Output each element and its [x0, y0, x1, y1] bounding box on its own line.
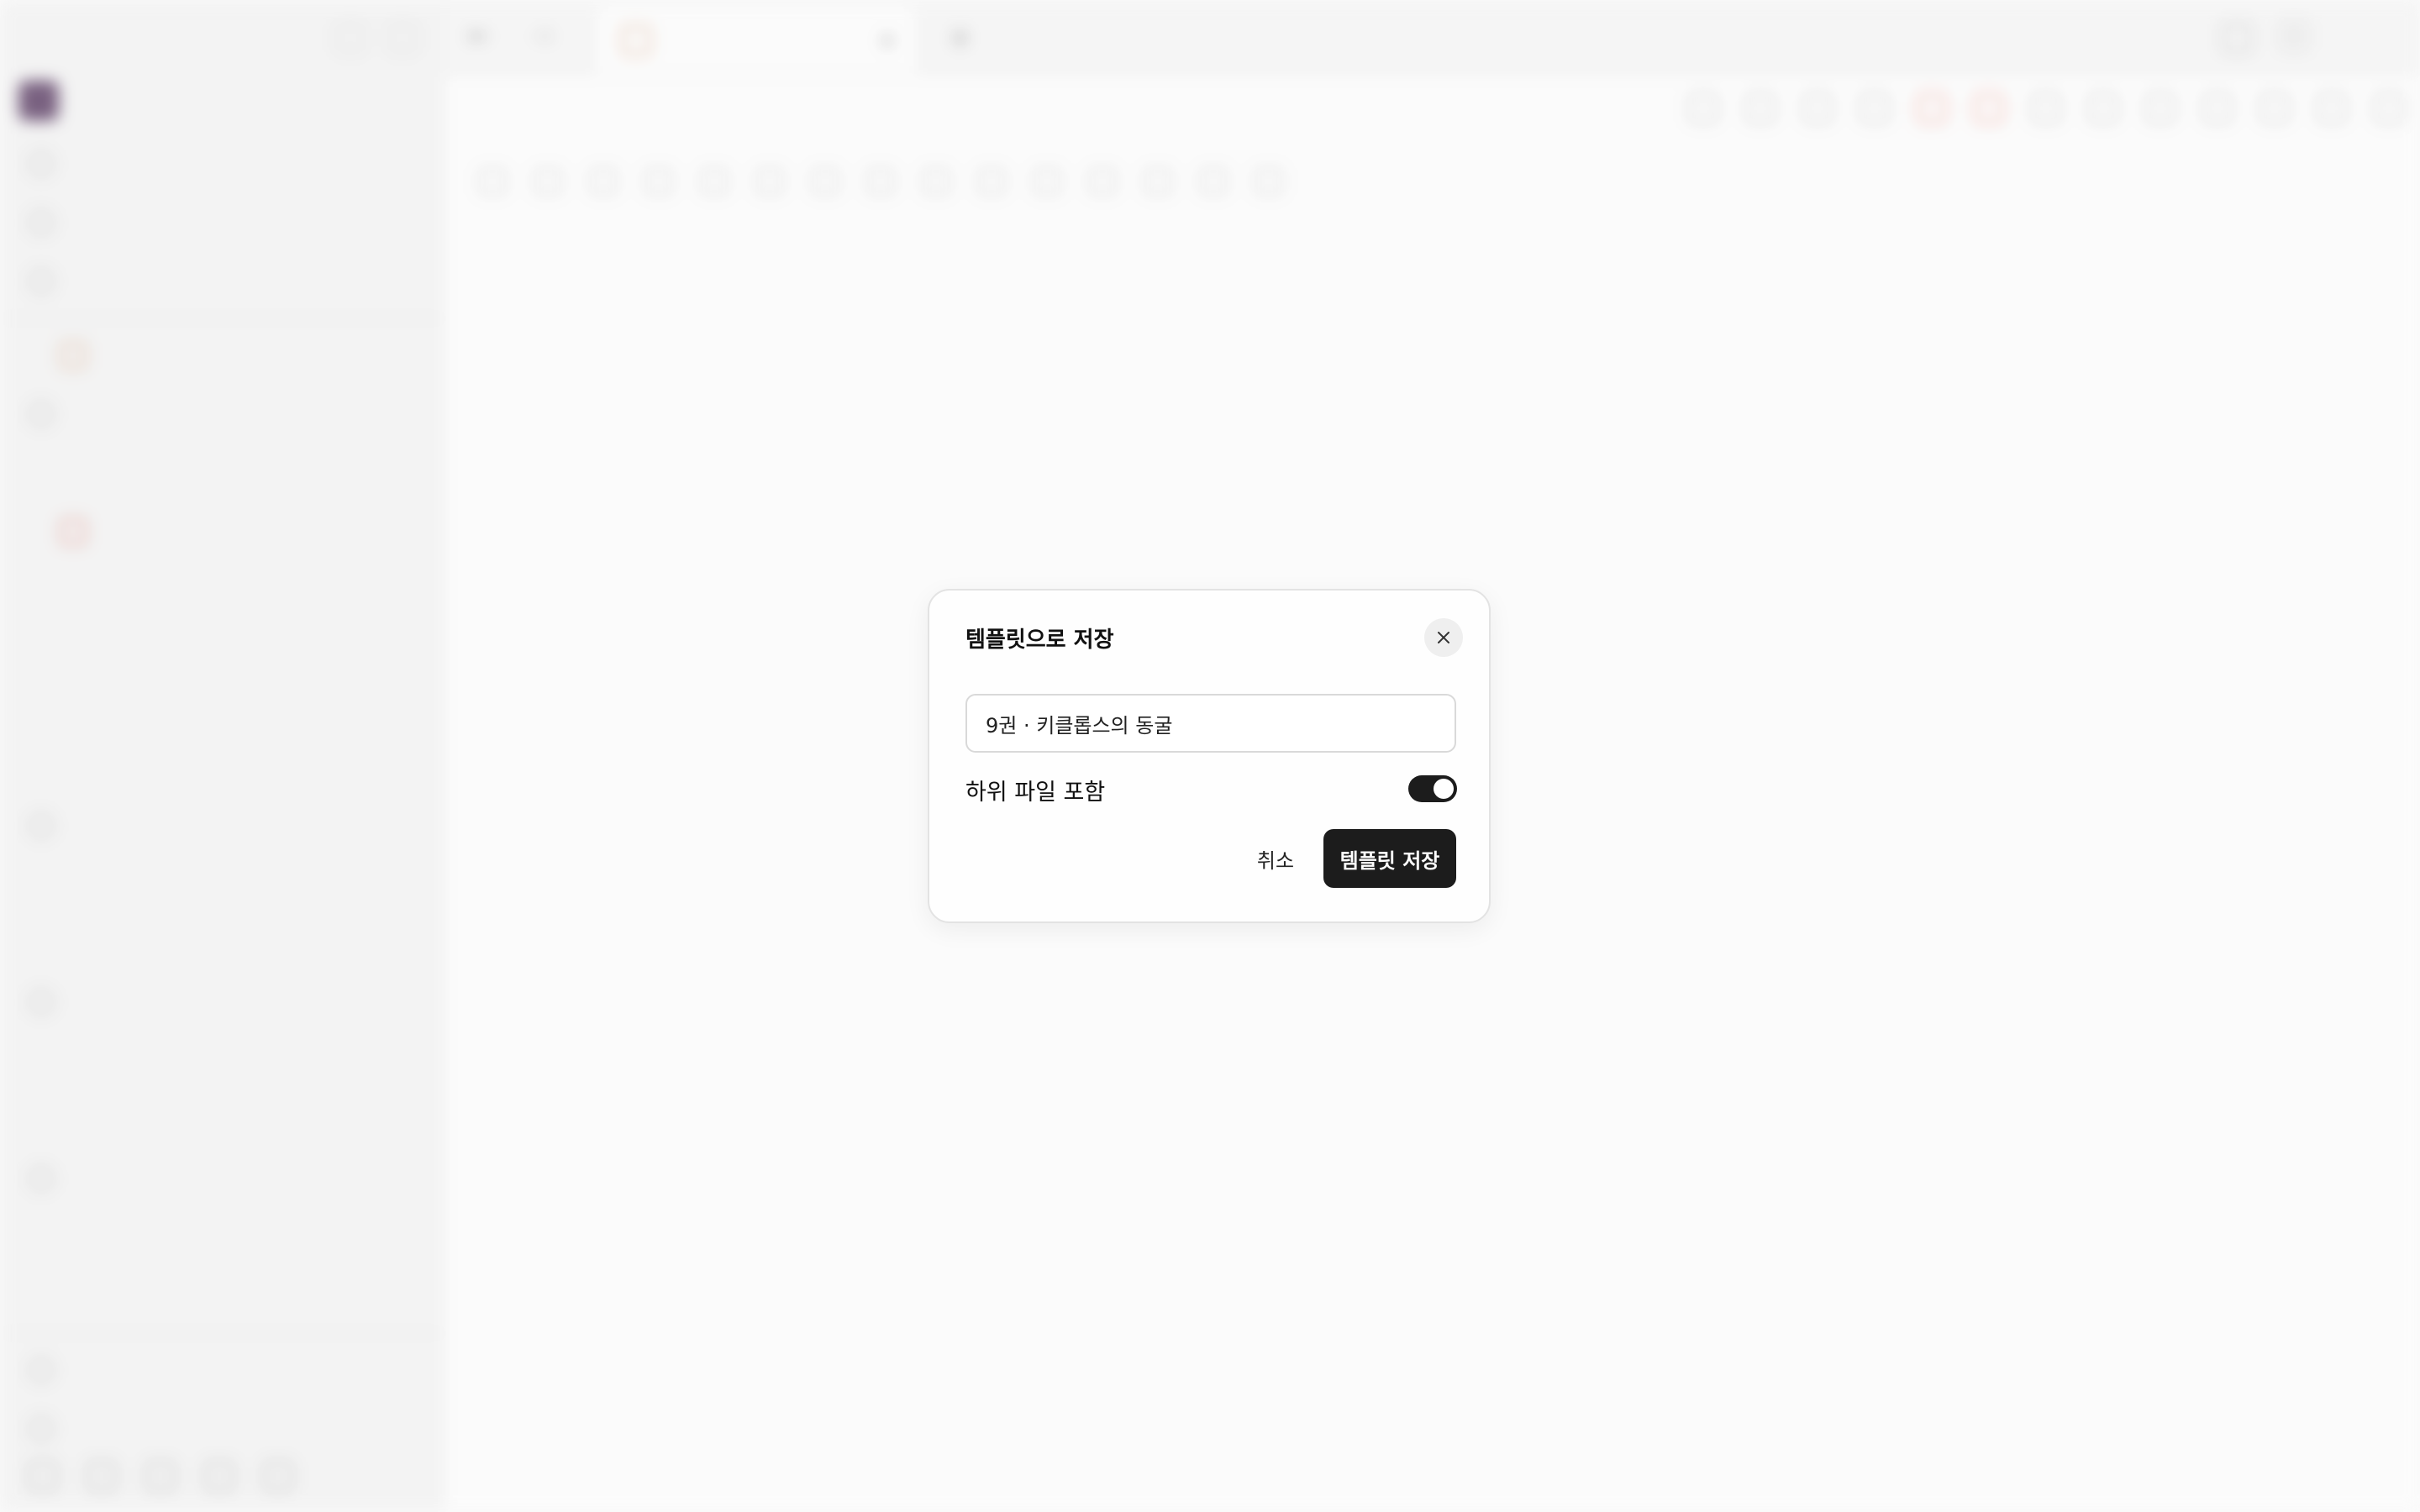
sidebar-item	[0, 252, 445, 311]
save-template-button[interactable]: 템플릿 저장	[1323, 829, 1456, 888]
brush-icon	[264, 1462, 292, 1490]
folder-icon	[29, 990, 54, 1015]
action-icon	[1975, 94, 2003, 123]
sidebar-item	[0, 395, 496, 502]
action-icon	[2260, 94, 2289, 123]
format-toolbar	[445, 151, 2420, 212]
pen-icon	[60, 519, 86, 544]
undo-icon	[479, 168, 506, 195]
save-as-template-dialog: 템플릿으로 저장 하위 파일 포함 취소 템플릿 저장	[928, 589, 1491, 923]
new-tab-icon: +	[950, 24, 971, 53]
back-icon: ←	[469, 22, 489, 50]
align-icon	[701, 168, 728, 195]
sidebar-item	[0, 395, 496, 1267]
sidebar-top-icons	[336, 24, 417, 52]
sidebar-item	[0, 134, 445, 193]
italic-icon	[867, 168, 894, 195]
action-icon	[1689, 94, 1718, 123]
include-subfiles-label: 하위 파일 포함	[965, 780, 1106, 806]
home-icon	[29, 151, 54, 176]
close-tab-icon: ×	[878, 29, 896, 52]
action-icon	[1918, 94, 1946, 123]
sidebar-item	[0, 796, 445, 855]
folder-icon	[29, 269, 54, 294]
sidebar-nav	[0, 134, 496, 1458]
sidebar-item	[0, 395, 496, 738]
image-icon	[1144, 168, 1171, 195]
sidebar-item	[0, 1149, 445, 1208]
underline-icon	[978, 168, 1005, 195]
sidebar-item	[0, 395, 496, 1326]
close-button[interactable]	[1424, 618, 1463, 657]
user-icon	[29, 1462, 57, 1490]
action-icon	[1860, 94, 1889, 123]
sidebar-item	[0, 973, 445, 1032]
document-actions	[1689, 94, 2403, 123]
table-icon	[1200, 168, 1227, 195]
pen-icon	[622, 26, 650, 55]
sidebar	[0, 0, 496, 1512]
workspace-avatar	[18, 81, 59, 121]
dialog-title: 템플릿으로 저장	[965, 627, 1114, 653]
highlight-icon	[1034, 168, 1060, 195]
sidebar-item	[0, 1341, 445, 1399]
people-icon	[87, 1462, 116, 1490]
action-icon	[2317, 94, 2346, 123]
toggle-knob	[1434, 779, 1454, 799]
action-icon	[2203, 94, 2232, 123]
sidebar-item	[0, 385, 445, 444]
sidebar-item	[0, 502, 445, 561]
heading-icon	[756, 168, 783, 195]
pen-icon	[60, 343, 86, 368]
tab-active-document: ×	[597, 7, 916, 74]
divider	[0, 318, 445, 319]
sidebar-item	[0, 395, 496, 796]
bold-icon	[812, 168, 839, 195]
folder-icon	[29, 402, 54, 427]
sidebar-item	[0, 395, 496, 679]
trash-icon	[29, 1357, 54, 1383]
folder-icon	[29, 1166, 54, 1191]
font-size-icon	[590, 168, 617, 195]
sidebar-toggle-icon	[388, 24, 417, 52]
include-subfiles-toggle[interactable]	[1408, 775, 1457, 802]
action-icon	[2032, 94, 2060, 123]
forward-icon: →	[533, 22, 553, 50]
list-icon	[645, 168, 672, 195]
sidebar-item	[0, 395, 496, 620]
comment-icon	[1255, 168, 1282, 195]
action-icon	[1746, 94, 1775, 123]
tab-bar: ← → × +	[445, 0, 2420, 76]
sidebar-item	[0, 395, 496, 914]
sidebar-item	[0, 395, 496, 1149]
account-button	[2277, 18, 2311, 54]
workspace-switcher	[18, 81, 76, 121]
sidebar-bottom-icons	[29, 1462, 292, 1490]
sidebar-item	[0, 395, 496, 1090]
cancel-button[interactable]: 취소	[1235, 829, 1316, 888]
action-icon	[1803, 94, 1832, 123]
strikethrough-icon	[923, 168, 950, 195]
folder-icon	[29, 813, 54, 838]
calendar-icon	[205, 1462, 234, 1490]
action-icon	[2375, 94, 2403, 123]
action-icon	[2089, 94, 2118, 123]
layout-icon	[2223, 24, 2251, 52]
template-name-input[interactable]	[965, 694, 1456, 753]
redo-icon	[534, 168, 561, 195]
link-icon	[1089, 168, 1116, 195]
sidebar-item	[0, 193, 445, 252]
action-icon	[2146, 94, 2175, 123]
gear-icon	[29, 1416, 54, 1441]
sidebar-item	[0, 326, 445, 385]
folder-icon	[29, 210, 54, 235]
search-icon	[336, 24, 365, 52]
archive-icon	[146, 1462, 175, 1490]
close-icon	[1438, 632, 1449, 643]
sidebar-item	[0, 1399, 445, 1458]
divider	[0, 1332, 445, 1334]
sidebar-item	[0, 395, 496, 973]
